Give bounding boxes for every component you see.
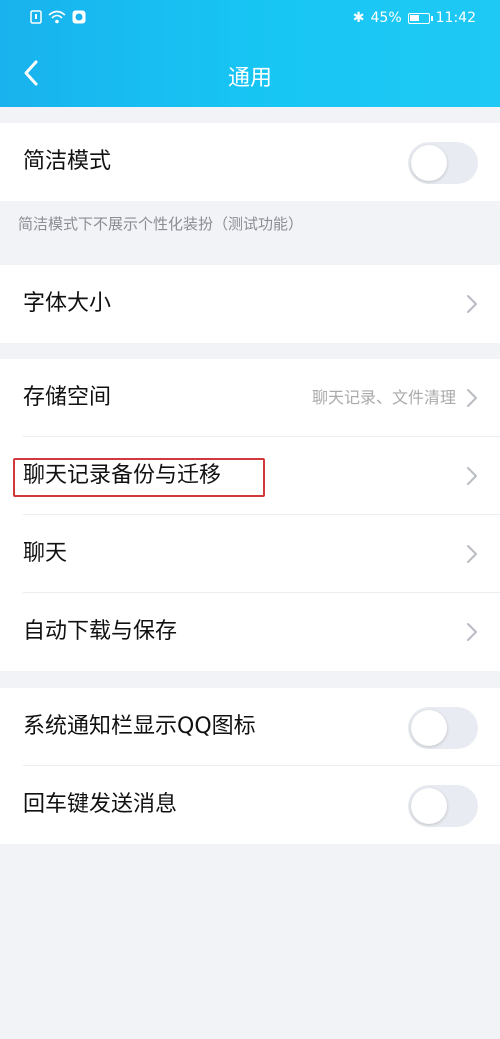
toggle-knob	[411, 710, 447, 746]
toggles-group: 系统通知栏显示QQ图标 回车键发送消息	[0, 688, 500, 844]
battery-icon	[407, 12, 433, 24]
enter-send-label: 回车键发送消息	[23, 792, 178, 817]
top-header: ✱ 45% 11:42 通用	[0, 0, 500, 107]
storage-hint: 聊天记录、文件清理	[311, 388, 456, 407]
chevron-right-icon	[467, 467, 477, 485]
font-size-label: 字体大小	[23, 291, 112, 316]
storage-group: 存储空间 聊天记录、文件清理 聊天记录备份与迁移 聊天 自动下载与保存	[0, 359, 500, 671]
chevron-right-icon	[467, 389, 477, 407]
enter-send-toggle[interactable]	[408, 785, 478, 827]
qq-icon-row[interactable]: 系统通知栏显示QQ图标	[0, 688, 500, 766]
simple-mode-row[interactable]: 简洁模式	[0, 123, 500, 201]
auto-download-label: 自动下载与保存	[23, 619, 178, 644]
qq-icon-toggle[interactable]	[408, 707, 478, 749]
font-size-row[interactable]: 字体大小	[0, 265, 500, 343]
storage-row[interactable]: 存储空间 聊天记录、文件清理	[0, 359, 500, 437]
wifi-icon	[48, 10, 66, 27]
highlight-box	[13, 458, 265, 497]
status-left-icons	[30, 10, 86, 27]
enter-send-row[interactable]: 回车键发送消息	[0, 766, 500, 844]
chevron-right-icon	[467, 545, 477, 563]
chevron-right-icon	[467, 295, 477, 313]
simple-mode-label: 简洁模式	[23, 149, 112, 174]
app-notification-icon	[72, 10, 86, 27]
sim-icon	[30, 10, 42, 27]
toggle-knob	[411, 788, 447, 824]
qq-icon-label: 系统通知栏显示QQ图标	[23, 714, 256, 739]
simple-mode-note: 简洁模式下不展示个性化装扮（测试功能）	[18, 215, 304, 233]
font-size-group: 字体大小	[0, 265, 500, 343]
auto-download-row[interactable]: 自动下载与保存	[0, 593, 500, 671]
simple-mode-toggle[interactable]	[408, 142, 478, 184]
status-bar: ✱ 45% 11:42	[0, 0, 500, 38]
chat-row[interactable]: 聊天	[0, 515, 500, 593]
simple-mode-group: 简洁模式	[0, 123, 500, 201]
page-title: 通用	[227, 66, 272, 91]
status-right: ✱ 45% 11:42	[353, 10, 476, 26]
toggle-knob	[411, 145, 447, 181]
nav-bar: 通用	[0, 50, 500, 98]
clock: 11:42	[435, 10, 476, 26]
battery-percent: 45%	[370, 10, 402, 26]
bluetooth-icon: ✱	[352, 10, 365, 26]
chat-label: 聊天	[23, 541, 68, 566]
storage-label: 存储空间	[23, 385, 112, 410]
chevron-right-icon	[467, 623, 477, 641]
